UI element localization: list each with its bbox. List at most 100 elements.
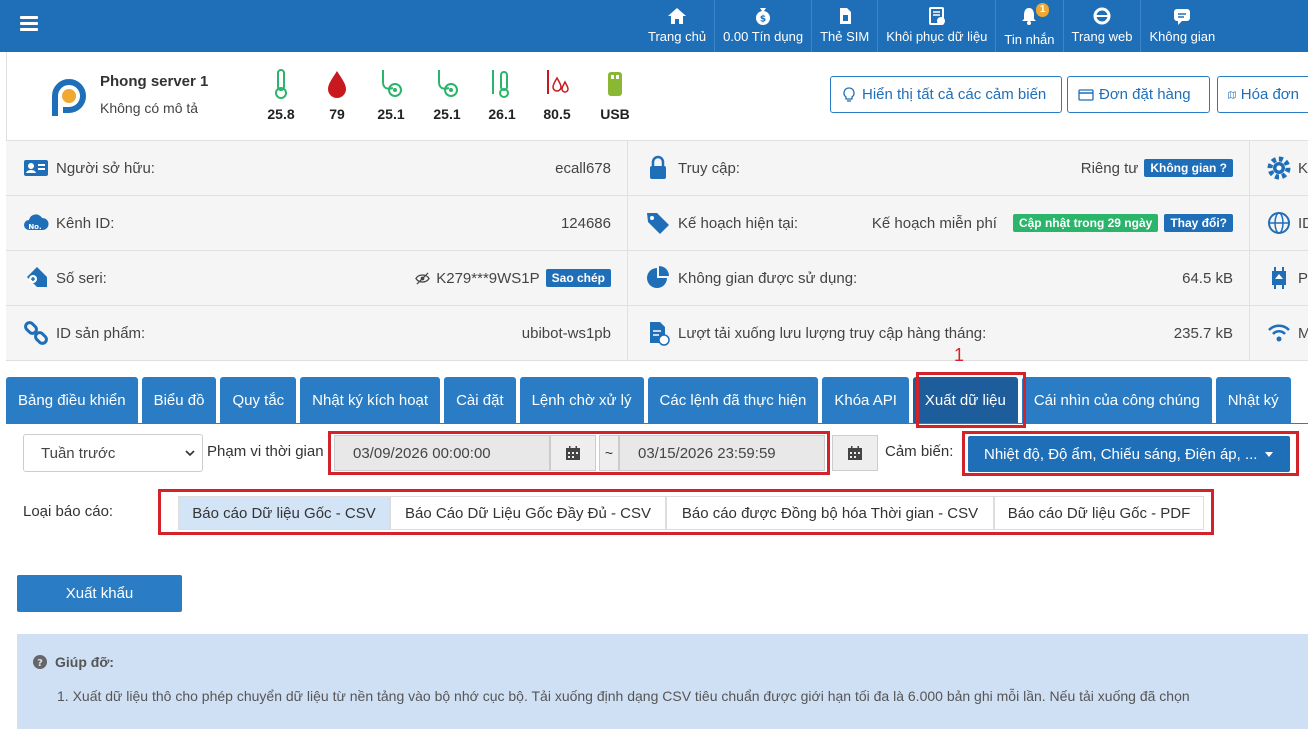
tab-executed-commands[interactable]: Các lệnh đã thực hiện bbox=[647, 377, 819, 423]
traffic-value: 235.7 kB bbox=[1173, 324, 1233, 342]
tab-export-data[interactable]: Xuất dữ liệu bbox=[912, 377, 1018, 423]
tab-api-keys[interactable]: Khóa API bbox=[822, 377, 909, 423]
orders-button[interactable]: Đơn đặt hàng bbox=[1067, 76, 1210, 113]
cloud-number-icon: No. bbox=[24, 214, 49, 231]
menu-icon[interactable] bbox=[20, 16, 38, 34]
space-value: 64.5 kB bbox=[1182, 269, 1233, 287]
time-range-label: Phạm vi thời gian bbox=[207, 443, 324, 460]
space-tag[interactable]: Không gian ? bbox=[1144, 159, 1233, 177]
button-label: Hiển thị tất cả các cảm biến bbox=[862, 86, 1047, 103]
top-navbar: Trang chủ $ 0.00 Tín dụng Thẻ SIM Khôi p… bbox=[0, 0, 1308, 52]
tab-log[interactable]: Nhật ký bbox=[1215, 377, 1291, 423]
id-card-icon bbox=[24, 160, 48, 176]
sensor-value: 79 bbox=[329, 106, 345, 122]
sensor-probe-humidity[interactable]: 80.5 bbox=[537, 68, 577, 122]
export-button[interactable]: Xuất khẩu bbox=[17, 575, 182, 612]
report-full-raw-csv[interactable]: Báo Cáo Dữ Liệu Gốc Đầy Đủ - CSV bbox=[390, 496, 666, 530]
start-date-input[interactable]: 03/09/2026 00:00:00 bbox=[334, 435, 550, 471]
tab-underline bbox=[6, 423, 1308, 424]
nav-sim[interactable]: Thẻ SIM bbox=[811, 0, 877, 52]
help-title-text: Giúp đỡ: bbox=[55, 654, 114, 670]
nav-space[interactable]: Không gian bbox=[1140, 0, 1223, 52]
info-label: Người sở hữu: bbox=[56, 159, 155, 177]
info-label: Truy cập: bbox=[678, 159, 740, 177]
nav-label: Thẻ SIM bbox=[820, 29, 870, 44]
info-label: Lượt tải xuống lưu lượng truy cập hàng t… bbox=[678, 324, 987, 342]
tab-rules[interactable]: Quy tắc bbox=[220, 377, 297, 423]
info-col3-row2: ID bbox=[1250, 196, 1308, 251]
tab-dashboard[interactable]: Bảng điều khiển bbox=[6, 377, 138, 423]
invoice-button[interactable]: Hóa đơn bbox=[1217, 76, 1308, 113]
probe-thermo-icon bbox=[492, 70, 509, 98]
report-time-synced-csv[interactable]: Báo cáo được Đồng bộ hóa Thời gian - CSV bbox=[666, 496, 994, 530]
period-select[interactable]: Tuần trước bbox=[23, 434, 203, 472]
end-calendar-button[interactable] bbox=[832, 435, 878, 471]
sim-card-icon bbox=[839, 8, 851, 24]
access-value: Riêng tư bbox=[1080, 159, 1139, 177]
sensor-humidity[interactable]: 79 bbox=[317, 68, 357, 122]
period-value: Tuần trước bbox=[41, 444, 116, 462]
info-label: M bbox=[1298, 324, 1308, 342]
end-date-input[interactable]: 03/15/2026 23:59:59 bbox=[619, 435, 825, 471]
tag-plus-icon bbox=[27, 267, 47, 287]
tag-icon bbox=[647, 213, 669, 234]
gear-icon bbox=[1267, 156, 1291, 180]
svg-text:No.: No. bbox=[28, 223, 41, 231]
eye-slash-icon[interactable] bbox=[415, 271, 431, 286]
nav-messages[interactable]: 1 Tin nhắn bbox=[995, 0, 1062, 52]
sensor-dropdown[interactable]: Nhiệt độ, Độ ẩm, Chiếu sáng, Điện áp, ..… bbox=[968, 436, 1290, 472]
sensor-value: 25.1 bbox=[433, 106, 461, 122]
nav-label: Không gian bbox=[1149, 29, 1216, 44]
tab-pending-commands[interactable]: Lệnh chờ xử lý bbox=[519, 377, 644, 423]
info-col3-row3: P bbox=[1250, 251, 1308, 306]
plan-update-tag: Cập nhật trong 29 ngày bbox=[1012, 214, 1159, 232]
info-plan: Kế hoạch hiện tại: Kế hoạch miễn phí Cập… bbox=[628, 196, 1249, 251]
tab-public-view[interactable]: Cái nhìn của công chúng bbox=[1021, 377, 1212, 423]
svg-text:$: $ bbox=[760, 15, 766, 25]
tab-settings[interactable]: Cài đặt bbox=[444, 377, 516, 423]
sensor-probe-2[interactable]: 25.1 bbox=[427, 68, 467, 122]
report-raw-csv[interactable]: Báo cáo Dữ liệu Gốc - CSV bbox=[178, 496, 390, 530]
sensor-probe-temp[interactable]: 26.1 bbox=[482, 68, 522, 122]
info-label: Kế hoạch hiện tại: bbox=[678, 214, 799, 232]
button-label: Hóa đơn bbox=[1240, 86, 1299, 103]
calendar-icon bbox=[566, 446, 580, 460]
change-plan-button[interactable]: Thay đổi? bbox=[1164, 214, 1233, 232]
probe-icon bbox=[438, 70, 458, 97]
restore-icon bbox=[928, 7, 945, 25]
nav-label: Tin nhắn bbox=[1004, 32, 1055, 47]
nav-credit[interactable]: $ 0.00 Tín dụng bbox=[714, 0, 811, 52]
copy-serial-button[interactable]: Sao chép bbox=[545, 269, 611, 287]
chevron-down-icon bbox=[185, 450, 195, 457]
info-value: Kế hoạch miễn phí Cập nhật trong 29 ngày… bbox=[872, 214, 1233, 232]
nav-home[interactable]: Trang chủ bbox=[640, 0, 714, 52]
sensor-temperature[interactable]: 25.8 bbox=[261, 68, 301, 122]
chat-icon bbox=[1174, 9, 1191, 25]
nav-label: Trang chủ bbox=[648, 29, 707, 44]
sensor-usb[interactable]: USB bbox=[595, 68, 635, 122]
info-label: Không gian được sử dụng: bbox=[678, 269, 858, 287]
sensor-probe-1[interactable]: 25.1 bbox=[371, 68, 411, 122]
start-calendar-button[interactable] bbox=[550, 435, 596, 471]
svg-text:?: ? bbox=[37, 658, 43, 669]
show-all-sensors-button[interactable]: Hiển thị tất cả các cảm biến bbox=[830, 76, 1062, 113]
thermometer-icon bbox=[275, 69, 287, 99]
report-raw-pdf[interactable]: Báo cáo Dữ liệu Gốc - PDF bbox=[994, 496, 1204, 530]
nav-website[interactable]: Trang web bbox=[1062, 0, 1141, 52]
tab-charts[interactable]: Biểu đồ bbox=[141, 377, 217, 423]
info-value: ecall678 bbox=[555, 160, 611, 177]
info-value: 124686 bbox=[561, 215, 611, 232]
device-name: Phong server 1 bbox=[100, 73, 209, 90]
info-label: P bbox=[1298, 269, 1308, 287]
button-label: Đơn đặt hàng bbox=[1099, 86, 1191, 103]
info-owner: Người sở hữu: ecall678 bbox=[6, 141, 627, 196]
nav-label: Khôi phục dữ liệu bbox=[886, 29, 988, 44]
info-traffic: Lượt tải xuống lưu lượng truy cập hàng t… bbox=[628, 306, 1249, 361]
probe-icon bbox=[382, 70, 402, 97]
tab-trigger-log[interactable]: Nhật ký kích hoạt bbox=[300, 377, 441, 423]
calendar-icon bbox=[848, 446, 862, 460]
sensor-dropdown-value: Nhiệt độ, Độ ẩm, Chiếu sáng, Điện áp, ..… bbox=[984, 445, 1258, 463]
range-separator: ~ bbox=[599, 435, 619, 471]
nav-restore[interactable]: Khôi phục dữ liệu bbox=[877, 0, 995, 52]
serial-value: K279***9WS1P bbox=[436, 269, 540, 287]
